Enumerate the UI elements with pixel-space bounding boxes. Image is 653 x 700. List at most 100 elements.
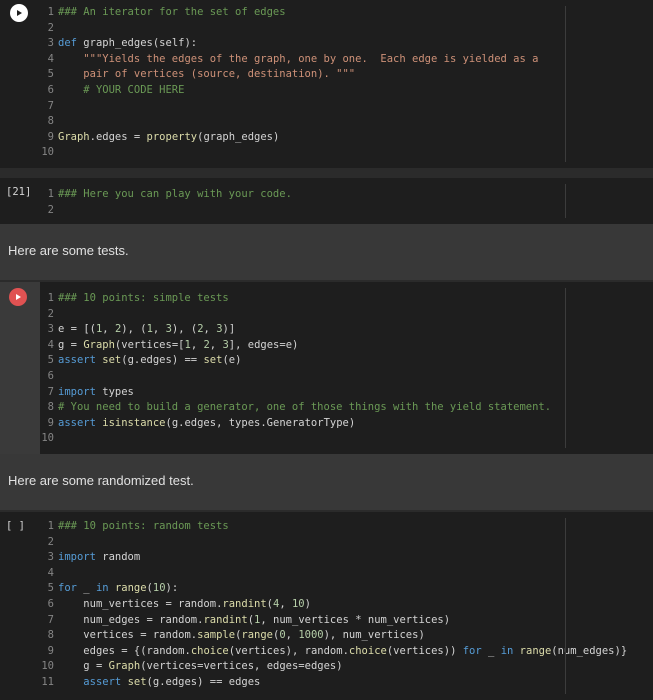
markdown-text: Here are some tests.	[8, 243, 129, 258]
code-line[interactable]: 1 ### Here you can play with your code.	[40, 186, 292, 202]
code-line[interactable]: 1 ### 10 points: random tests	[40, 518, 229, 534]
line-number: 10	[41, 432, 54, 445]
line-number: 2	[47, 535, 54, 548]
play-icon	[17, 10, 22, 16]
code-text: ### Here you can play with your code.	[58, 188, 292, 200]
cell-gutter: [ ]	[0, 512, 40, 700]
code-line[interactable]: 1 ### An iterator for the set of edges	[40, 4, 286, 20]
code-line[interactable]: 2	[40, 20, 58, 36]
markdown-text: Here are some randomized test.	[8, 473, 194, 488]
code-line[interactable]: 3 def graph_edges(self):	[40, 35, 197, 51]
line-number: 3	[47, 551, 54, 564]
cell-gutter-error	[0, 282, 40, 454]
code-cell-simple-tests[interactable]: 1 ### 10 points: simple tests 2 3 e = [(1, 2…	[0, 282, 653, 454]
code-cell-playground[interactable]: [21] 1 ### Here you can play with your co…	[0, 178, 653, 224]
line-number: 8	[47, 401, 54, 414]
code-line[interactable]: 5 assert set(g.edges) == set(e)	[40, 352, 242, 368]
code-text: import random	[58, 551, 141, 564]
code-text: vertices = random.sample(range(0, 1000),…	[83, 629, 425, 642]
code-cell-random-tests[interactable]: [ ] 1 ### 10 points: random tests 2 3 import…	[0, 512, 653, 700]
code-text: assert set(g.edges) == edges	[83, 676, 261, 688]
line-number: 10	[41, 660, 54, 673]
code-line[interactable]: 8 vertices = random.sample(range(0, 1000…	[40, 627, 425, 643]
line-number: 1	[47, 188, 54, 200]
code-line[interactable]: 9 assert isinstance(g.edges, types.Genera…	[40, 415, 356, 431]
code-line[interactable]: 9 Graph.edges = property(graph_edges)	[40, 129, 280, 145]
code-text: num_edges = random.randint(1, num_vertic…	[83, 613, 451, 626]
code-text: ### 10 points: simple tests	[58, 292, 229, 304]
line-number: 2	[47, 203, 54, 216]
code-line[interactable]: 2	[40, 534, 58, 550]
code-text: def graph_edges(self):	[58, 37, 198, 50]
code-text: # You need to build a generator, one of …	[58, 401, 552, 414]
code-line[interactable]: 5 pair of vertices (source, destination)…	[40, 66, 355, 82]
line-number: 3	[47, 37, 54, 50]
code-cell-edges[interactable]: 1 ### An iterator for the set of edges 2 3 d…	[0, 0, 653, 168]
code-line[interactable]: 5 for _ in range(10):	[40, 580, 179, 596]
line-length-ruler	[565, 184, 566, 218]
line-number: 5	[47, 354, 54, 367]
line-number: 7	[47, 613, 54, 626]
code-text: ### 10 points: random tests	[58, 520, 229, 532]
code-line[interactable]: 8	[40, 113, 58, 129]
code-line[interactable]: 6 # YOUR CODE HERE	[40, 82, 185, 98]
line-number: 11	[41, 676, 54, 688]
code-line[interactable]: 6	[40, 368, 58, 384]
line-length-ruler	[565, 288, 566, 448]
code-line[interactable]: 4	[40, 565, 58, 581]
line-number: 4	[47, 338, 54, 351]
code-line[interactable]: 8 # You need to build a generator, one of…	[40, 399, 551, 415]
code-line[interactable]: 3 e = [(1, 2), (1, 3), (2, 3)]	[40, 321, 236, 337]
execution-count: [21]	[6, 186, 32, 198]
execution-count: [ ]	[6, 520, 25, 532]
line-number: 9	[47, 416, 54, 429]
markdown-cell[interactable]: Here are some randomized test.	[0, 454, 653, 510]
line-number: 6	[47, 370, 54, 382]
code-line[interactable]: 1 ### 10 points: simple tests	[40, 290, 229, 306]
code-line[interactable]: 7	[40, 98, 58, 114]
code-text: assert isinstance(g.edges, types.Generat…	[58, 416, 356, 429]
code-line[interactable]: 7 num_edges = random.randint(1, num_vert…	[40, 612, 450, 628]
code-text: # YOUR CODE HERE	[83, 84, 185, 96]
line-number: 9	[47, 130, 54, 143]
line-number: 6	[47, 598, 54, 610]
code-text: pair of vertices (source, destination). …	[83, 68, 356, 81]
code-text: """Yields the edges of the graph, one by…	[83, 52, 539, 65]
run-cell-button-error[interactable]	[9, 288, 27, 306]
code-text: e = [(1, 2), (1, 3), (2, 3)]	[58, 323, 236, 336]
code-line[interactable]: 3 import random	[40, 549, 141, 565]
line-number: 5	[47, 68, 54, 81]
code-line[interactable]: 2	[40, 202, 58, 218]
code-line[interactable]: 9 edges = {(random.choice(vertices), ran…	[40, 643, 628, 659]
code-text: g = Graph(vertices=vertices, edges=edges…	[83, 660, 343, 673]
code-text: g = Graph(vertices=[1, 2, 3], edges=e)	[58, 338, 299, 351]
code-line[interactable]: 2	[40, 306, 58, 322]
code-line[interactable]: 7 import types	[40, 384, 134, 400]
line-number: 1	[47, 520, 54, 532]
code-text: import types	[58, 385, 134, 398]
line-number: 3	[47, 323, 54, 336]
line-number: 8	[47, 629, 54, 642]
line-length-ruler	[565, 518, 566, 694]
code-text: assert set(g.edges) == set(e)	[58, 354, 242, 367]
line-number: 1	[47, 6, 54, 18]
code-text: ### An iterator for the set of edges	[58, 6, 286, 18]
code-line[interactable]: 6 num_vertices = random.randint(4, 10)	[40, 596, 311, 612]
line-number: 4	[47, 566, 54, 579]
code-line[interactable]: 10 g = Graph(vertices=vertices, edges=ed…	[40, 658, 343, 674]
play-icon	[16, 294, 21, 300]
line-number: 5	[47, 582, 54, 595]
line-number: 8	[47, 115, 54, 128]
code-line[interactable]: 4 """Yields the edges of the graph, one …	[40, 51, 539, 67]
line-number: 2	[47, 21, 54, 34]
code-line[interactable]: 10	[40, 144, 58, 160]
code-text: num_vertices = random.randint(4, 10)	[83, 598, 311, 610]
line-number: 4	[47, 52, 54, 65]
line-number: 2	[47, 307, 54, 320]
code-line[interactable]: 10	[40, 430, 58, 446]
code-line[interactable]: 4 g = Graph(vertices=[1, 2, 3], edges=e)	[40, 337, 299, 353]
cell-gutter	[0, 0, 40, 168]
markdown-cell[interactable]: Here are some tests.	[0, 224, 653, 280]
run-cell-button[interactable]	[10, 4, 28, 22]
code-line[interactable]: 11 assert set(g.edges) == edges	[40, 674, 260, 690]
